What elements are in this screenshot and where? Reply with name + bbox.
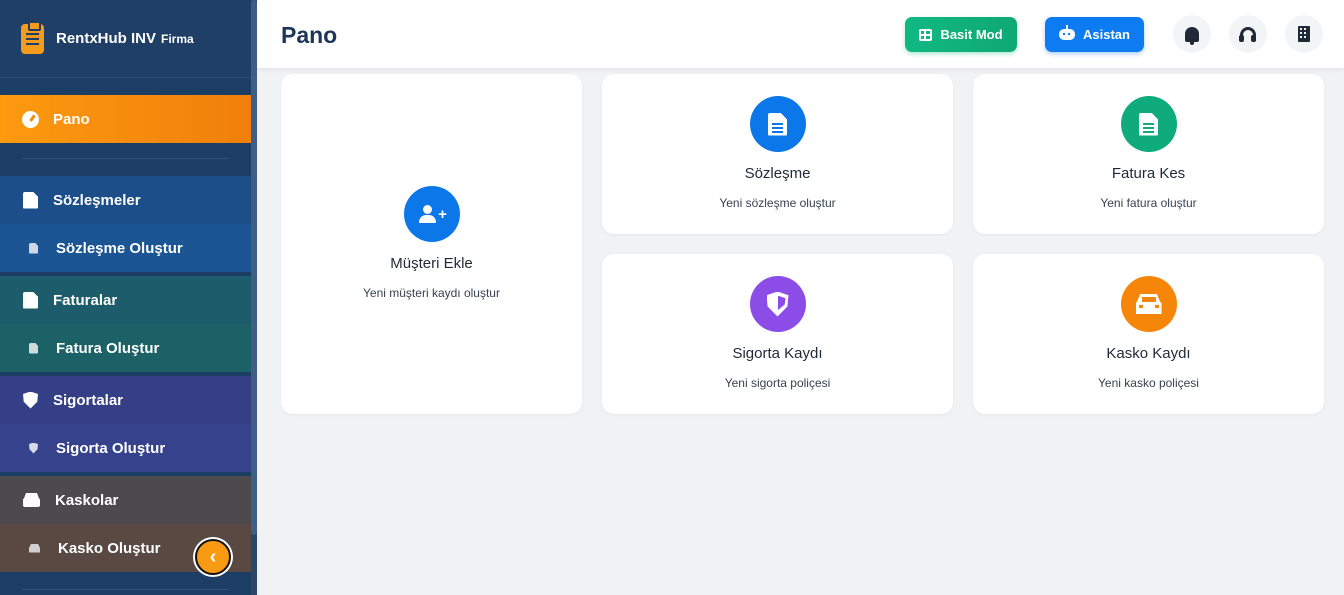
collapse-sidebar-button[interactable]: ‹ (195, 539, 231, 575)
quick-action-sigorta-kaydi[interactable]: Sigorta Kaydı Yeni sigorta poliçesi (602, 254, 953, 414)
sidebar-item-sigortalar[interactable]: Sigortalar (0, 376, 251, 424)
sidebar-item-label: Faturalar (53, 291, 118, 309)
grid-icon (919, 28, 933, 41)
car-icon (29, 543, 40, 553)
sidebar-subitem-sozlesme-olustur[interactable]: Sözleşme Oluştur (0, 224, 251, 272)
basit-mod-label: Basit Mod (940, 27, 1003, 42)
brand-name: RentxHub INV (56, 30, 157, 47)
headset-icon (1239, 27, 1256, 42)
shield-icon (23, 391, 38, 409)
sidebar-scrollbar-thumb[interactable] (251, 0, 257, 535)
card-icon-circle: + (403, 186, 460, 242)
card-title: Sigorta Kaydı (732, 345, 823, 362)
bell-icon (1185, 26, 1199, 45)
sidebar-group-sigortalar: Sigortalar Sigorta Oluştur (0, 376, 251, 472)
sidebar-item-label: Kaskolar (55, 491, 119, 509)
sidebar-group-faturalar: Faturalar Fatura Oluştur (0, 276, 251, 372)
chevron-left-icon: ‹ (209, 545, 217, 568)
quick-action-musteri-ekle[interactable]: + Müşteri Ekle Yeni müşteri kaydı oluştu… (281, 74, 582, 414)
card-subtitle: Yeni fatura oluştur (1100, 196, 1197, 210)
user-plus-icon (418, 205, 439, 223)
basit-mod-button[interactable]: Basit Mod (905, 17, 1017, 52)
top-header: Pano Basit Mod Asistan (257, 0, 1344, 69)
card-subtitle: Yeni kasko poliçesi (1098, 376, 1199, 390)
sidebar-item-label: Pano (53, 110, 90, 128)
quick-action-sozlesme[interactable]: Sözleşme Yeni sözleşme oluştur (602, 74, 953, 234)
shield-icon (29, 442, 38, 454)
quick-action-fatura-kes[interactable]: Fatura Kes Yeni fatura oluştur (973, 74, 1324, 234)
brand[interactable]: RentxHub INV Firma (0, 0, 251, 78)
car-icon (1135, 294, 1162, 314)
company-button[interactable] (1285, 15, 1323, 53)
quick-action-kasko-kaydi[interactable]: Kasko Kaydı Yeni kasko poliçesi (973, 254, 1324, 414)
sidebar-subitem-sigorta-olustur[interactable]: Sigorta Oluştur (0, 424, 251, 472)
contract-icon (768, 112, 787, 136)
card-icon-circle (749, 276, 806, 332)
sidebar-group-sozlesmeler: Sözleşmeler Sözleşme Oluştur (0, 176, 251, 272)
card-title: Sözleşme (744, 165, 811, 182)
card-subtitle: Yeni sözleşme oluştur (719, 196, 836, 210)
card-title: Fatura Kes (1111, 165, 1186, 182)
sidebar-item-label: Sigortalar (53, 391, 124, 409)
page-title: Pano (281, 22, 338, 48)
invoice-icon (1139, 112, 1158, 136)
sidebar-item-faturalar[interactable]: Faturalar (0, 276, 251, 324)
car-icon (23, 493, 40, 507)
document-icon (29, 242, 38, 254)
building-icon (1298, 26, 1310, 42)
clipboard-logo-icon (21, 20, 44, 54)
sidebar-item-label: Sözleşmeler (53, 191, 141, 209)
card-title: Müşteri Ekle (390, 255, 473, 272)
brand-sub: Firma (161, 31, 194, 46)
card-subtitle: Yeni müşteri kaydı oluştur (363, 286, 500, 300)
sidebar-subitem-label: Fatura Oluştur (56, 339, 160, 357)
card-title: Kasko Kaydı (1106, 345, 1191, 362)
notifications-button[interactable] (1173, 15, 1211, 53)
dashboard-gauge-icon (22, 110, 39, 128)
contract-icon (23, 191, 38, 209)
sidebar-subitem-label: Sigorta Oluştur (56, 439, 166, 457)
shield-icon (766, 291, 789, 317)
sidebar-subitem-label: Sözleşme Oluştur (56, 239, 183, 257)
invoice-icon (23, 291, 38, 309)
card-icon-circle (1120, 276, 1177, 332)
sidebar-divider (22, 158, 228, 159)
sidebar-item-kaskolar[interactable]: Kaskolar (0, 476, 251, 524)
card-icon-circle (749, 96, 806, 152)
sidebar-subitem-label: Kasko Oluştur (58, 539, 161, 557)
sidebar-item-pano[interactable]: Pano (0, 95, 251, 143)
asistan-button[interactable]: Asistan (1045, 17, 1144, 52)
sidebar-item-sozlesmeler[interactable]: Sözleşmeler (0, 176, 251, 224)
sidebar-subitem-fatura-olustur[interactable]: Fatura Oluştur (0, 324, 251, 372)
robot-icon (1059, 25, 1076, 40)
plus-icon: + (438, 205, 447, 223)
card-subtitle: Yeni sigorta poliçesi (724, 376, 831, 390)
document-icon (29, 342, 38, 354)
card-icon-circle (1120, 96, 1177, 152)
sidebar: RentxHub INV Firma Pano Sözleşmeler Sözl… (0, 0, 257, 595)
sidebar-divider (22, 589, 228, 590)
asistan-label: Asistan (1083, 27, 1130, 42)
support-button[interactable] (1229, 15, 1267, 53)
